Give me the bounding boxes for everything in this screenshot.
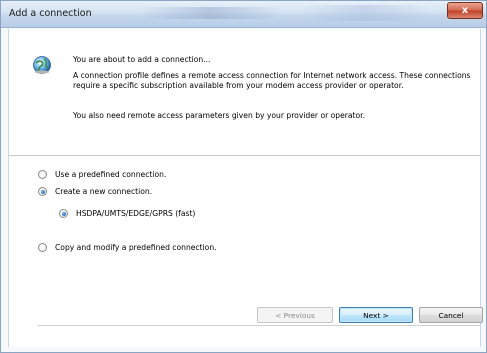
intro-title: You are about to add a connection... [73, 55, 211, 64]
option-label: HSDPA/UMTS/EDGE/GPRS (fast) [76, 209, 196, 218]
title-bar[interactable]: Add a connection x [1, 1, 486, 28]
option-create-new[interactable]: Create a new connection. [38, 187, 152, 196]
radio-button[interactable] [59, 209, 68, 218]
option-label: Copy and modify a predefined connection. [55, 243, 217, 252]
close-button[interactable]: x [447, 2, 483, 19]
section-divider [9, 155, 480, 156]
intro-description: A connection profile defines a remote ac… [73, 71, 471, 90]
footer-divider [37, 325, 480, 326]
next-button[interactable]: Next > [339, 307, 413, 323]
dialog-content: You are about to add a connection... A c… [8, 29, 481, 347]
close-icon: x [461, 5, 469, 16]
option-label: Use a predefined connection. [55, 170, 167, 179]
cancel-button[interactable]: Cancel [419, 307, 483, 323]
option-copy-modify[interactable]: Copy and modify a predefined connection. [38, 243, 217, 252]
window-title: Add a connection [9, 8, 92, 19]
radio-button[interactable] [38, 243, 47, 252]
option-label: Create a new connection. [55, 187, 153, 196]
info-globe-icon [33, 56, 51, 74]
title-bar-glow [301, 5, 431, 21]
title-bar-glow [141, 7, 281, 19]
radio-button[interactable] [38, 170, 47, 179]
add-connection-dialog: Add a connection x You are about to add … [0, 0, 487, 353]
radio-button[interactable] [38, 187, 47, 196]
option-use-predefined[interactable]: Use a predefined connection. [38, 170, 166, 179]
intro-note: You also need remote access parameters g… [73, 111, 366, 120]
option-hsdpa-umts-edge-gprs[interactable]: HSDPA/UMTS/EDGE/GPRS (fast) [59, 209, 195, 218]
previous-button[interactable]: < Previous [257, 307, 333, 323]
